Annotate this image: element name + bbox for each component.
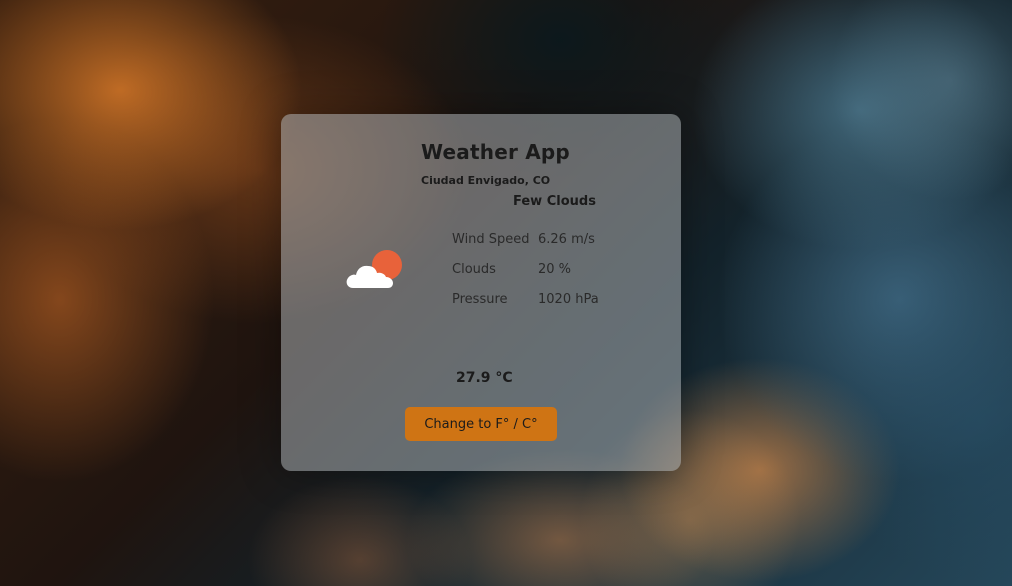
weather-details: Wind Speed 6.26 m/s Clouds 20 % Pressure… [452,230,612,320]
pressure-value: 1020 hPa [538,292,599,307]
wind-speed-label: Wind Speed [452,232,530,247]
temperature-value: 27.9 °C [456,370,513,386]
weather-description: Few Clouds [513,194,596,209]
detail-row-wind-speed: Wind Speed 6.26 m/s [452,230,612,250]
wind-speed-value: 6.26 m/s [538,232,595,247]
app-title: Weather App [421,140,570,164]
toggle-unit-button[interactable]: Change to F° / C° [405,407,557,441]
pressure-label: Pressure [452,292,508,307]
few-clouds-icon [346,250,402,288]
city-name: Ciudad Envigado, CO [421,174,551,187]
detail-row-pressure: Pressure 1020 hPa [452,290,612,310]
weather-card: Weather App Ciudad Envigado, CO Few Clou… [281,114,681,471]
clouds-value: 20 % [538,262,572,277]
detail-row-clouds: Clouds 20 % [452,260,612,280]
clouds-label: Clouds [452,262,496,277]
